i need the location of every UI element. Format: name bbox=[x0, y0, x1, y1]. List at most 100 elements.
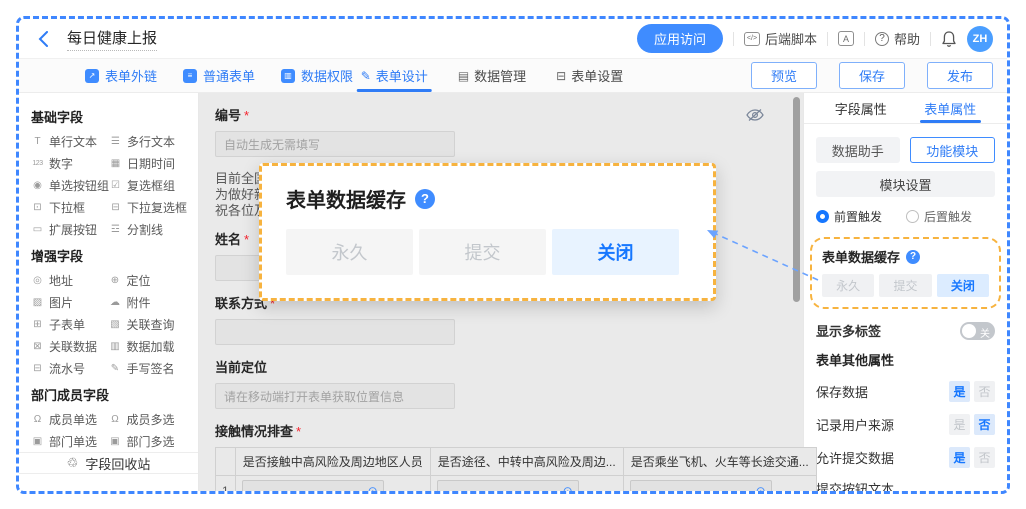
field-type-department-multi[interactable]: ▣部门多选 bbox=[109, 431, 187, 452]
preview-button[interactable]: 预览 bbox=[751, 62, 817, 89]
field-type-image[interactable]: ▨图片 bbox=[31, 292, 109, 313]
tab-data-permission[interactable]: ▥ 数据权限 bbox=[281, 66, 353, 85]
field-type-multi-line-text[interactable]: ☰多行文本 bbox=[109, 131, 187, 152]
signature-icon: ✎ bbox=[109, 363, 122, 374]
field-type-serial-number[interactable]: ⊟流水号 bbox=[31, 358, 109, 379]
form-field-location: 当前定位 请在移动端打开表单获取位置信息 bbox=[215, 357, 803, 409]
tab-form-design[interactable]: ✎ 表单设计 bbox=[361, 59, 428, 92]
field-type-geolocation[interactable]: ⊕定位 bbox=[109, 270, 187, 291]
field-type-multi-dropdown[interactable]: ⊟下拉复选框 bbox=[109, 197, 187, 218]
field-type-department-single[interactable]: ▣部门单选 bbox=[31, 431, 109, 452]
field-type-single-line-text[interactable]: T单行文本 bbox=[31, 131, 109, 152]
eye-off-icon[interactable] bbox=[745, 108, 765, 122]
table-select-input[interactable]: ⊙ bbox=[242, 480, 384, 494]
tab-form-settings[interactable]: ⊟ 表单设置 bbox=[556, 59, 623, 92]
question-circle-icon[interactable]: ? bbox=[906, 250, 920, 264]
tab-field-properties[interactable]: 字段属性 bbox=[816, 93, 906, 123]
cache-submit-button[interactable]: 提交 bbox=[419, 229, 546, 275]
external-link-icon: ↗ bbox=[85, 69, 99, 83]
select-circle-icon: ⊙ bbox=[563, 484, 573, 494]
allow-submit-yes[interactable]: 是 bbox=[949, 447, 970, 468]
tab-normal-form[interactable]: ≡ 普通表单 bbox=[183, 66, 255, 85]
field-type-checkbox-group[interactable]: ☑复选框组 bbox=[109, 175, 187, 196]
table-select-input[interactable]: ⊙ bbox=[437, 480, 579, 494]
field-type-data-loading[interactable]: ▥数据加载 bbox=[109, 336, 187, 357]
data-management-icon: ▤ bbox=[458, 69, 469, 83]
radio-pre-trigger[interactable]: 前置触发 bbox=[816, 208, 882, 225]
id-card-icon[interactable]: A bbox=[838, 31, 854, 46]
field-type-number[interactable]: 123数字 bbox=[31, 153, 109, 174]
department-icon: ▣ bbox=[31, 436, 44, 447]
dropdown-icon: ⊡ bbox=[31, 202, 44, 213]
save-data-no[interactable]: 否 bbox=[974, 381, 995, 402]
toggle-knob bbox=[962, 324, 976, 338]
table-column-header: 是否接触中高风险及周边地区人员 bbox=[235, 448, 430, 476]
properties-panel: 字段属性 表单属性 数据助手 功能模块 模块设置 前置触发 后置触发 表单数据缓… bbox=[803, 93, 1007, 491]
record-source-no[interactable]: 否 bbox=[974, 414, 995, 435]
publish-button[interactable]: 发布 bbox=[927, 62, 993, 89]
submit-text-label: 提交按钮文本 bbox=[816, 479, 894, 494]
section-enhanced-fields: 增强字段 bbox=[31, 246, 186, 265]
app-access-button[interactable]: 应用访问 bbox=[637, 24, 723, 53]
module-settings-button[interactable]: 模块设置 bbox=[816, 171, 995, 197]
user-avatar[interactable]: ZH bbox=[967, 26, 993, 52]
tab-form-external-link[interactable]: ↗ 表单外链 bbox=[85, 66, 157, 85]
multi-dropdown-icon: ⊟ bbox=[109, 202, 122, 213]
field-recycle-bin-button[interactable]: ♲ 字段回收站 bbox=[19, 452, 198, 474]
radio-selected-icon bbox=[816, 210, 829, 223]
field-type-dropdown[interactable]: ⊡下拉框 bbox=[31, 197, 109, 218]
record-source-yes[interactable]: 是 bbox=[949, 414, 970, 435]
linked-data-icon: ⊠ bbox=[31, 341, 44, 352]
field-type-radio-group[interactable]: ◉单选按钮组 bbox=[31, 175, 109, 196]
field-type-address[interactable]: ◎地址 bbox=[31, 270, 109, 291]
function-module-button[interactable]: 功能模块 bbox=[910, 137, 996, 163]
allow-submit-no[interactable]: 否 bbox=[974, 447, 995, 468]
form-design-canvas: 编号* 自动生成无需填写 目前全国多 为做好新型 祝各位及家 姓名* 联系方式*… bbox=[199, 93, 803, 491]
dialog-title: 表单数据缓存 bbox=[286, 184, 406, 213]
recycle-icon: ♲ bbox=[67, 455, 79, 471]
field-type-linked-data[interactable]: ⊠关联数据 bbox=[31, 336, 109, 357]
cache-option-submit[interactable]: 提交 bbox=[879, 274, 931, 297]
number-input[interactable]: 自动生成无需填写 bbox=[215, 131, 455, 157]
cache-option-permanent[interactable]: 永久 bbox=[822, 274, 874, 297]
save-data-row: 保存数据 是 否 bbox=[816, 381, 995, 402]
required-mark: * bbox=[296, 424, 301, 439]
row-number: 1 bbox=[216, 476, 236, 495]
permission-icon: ▥ bbox=[281, 69, 295, 83]
data-assistant-button[interactable]: 数据助手 bbox=[816, 137, 900, 163]
cloud-upload-icon: ☁ bbox=[109, 297, 122, 308]
save-button[interactable]: 保存 bbox=[839, 62, 905, 89]
cache-close-button[interactable]: 关闭 bbox=[552, 229, 679, 275]
location-input[interactable]: 请在移动端打开表单获取位置信息 bbox=[215, 383, 455, 409]
screenshot-annotation-frame: 每日健康上报 应用访问 </> 后端脚本 A ? 帮助 ZH bbox=[16, 16, 1010, 494]
required-mark: * bbox=[244, 108, 249, 123]
radio-post-trigger[interactable]: 后置触发 bbox=[906, 208, 972, 225]
field-type-datetime[interactable]: ▦日期时间 bbox=[109, 153, 187, 174]
tab-form-properties[interactable]: 表单属性 bbox=[906, 93, 996, 123]
cache-permanent-button[interactable]: 永久 bbox=[286, 229, 413, 275]
contact-input[interactable] bbox=[215, 319, 455, 345]
field-type-divider[interactable]: ☲分割线 bbox=[109, 219, 187, 240]
vertical-scrollbar[interactable] bbox=[793, 97, 800, 302]
departments-icon: ▣ bbox=[109, 436, 122, 447]
field-type-extend-button[interactable]: ▭扩展按钮 bbox=[31, 219, 109, 240]
help-button[interactable]: ? 帮助 bbox=[875, 29, 920, 48]
field-type-member-single[interactable]: Ω成员单选 bbox=[31, 409, 109, 430]
back-button[interactable] bbox=[33, 29, 53, 49]
cache-option-close[interactable]: 关闭 bbox=[937, 274, 989, 297]
question-circle-icon[interactable]: ? bbox=[415, 189, 435, 209]
field-type-attachment[interactable]: ☁附件 bbox=[109, 292, 187, 313]
table-select-input[interactable]: ⊙ bbox=[630, 480, 772, 494]
field-type-signature[interactable]: ✎手写签名 bbox=[109, 358, 187, 379]
bell-icon[interactable] bbox=[941, 30, 957, 48]
field-type-member-multi[interactable]: Ω成员多选 bbox=[109, 409, 187, 430]
save-data-yes[interactable]: 是 bbox=[949, 381, 970, 402]
field-type-linked-query[interactable]: ▧关联查询 bbox=[109, 314, 187, 335]
table-row: 1 ⊙ ⊙ ⊙ bbox=[216, 476, 817, 495]
backend-script-button[interactable]: </> 后端脚本 bbox=[744, 29, 817, 48]
multi-tab-toggle[interactable]: 关 bbox=[960, 322, 995, 340]
field-type-subform[interactable]: ⊞子表单 bbox=[31, 314, 109, 335]
required-mark: * bbox=[244, 232, 249, 247]
tab-data-management[interactable]: ▤ 数据管理 bbox=[458, 59, 526, 92]
number-icon: 123 bbox=[31, 160, 44, 167]
